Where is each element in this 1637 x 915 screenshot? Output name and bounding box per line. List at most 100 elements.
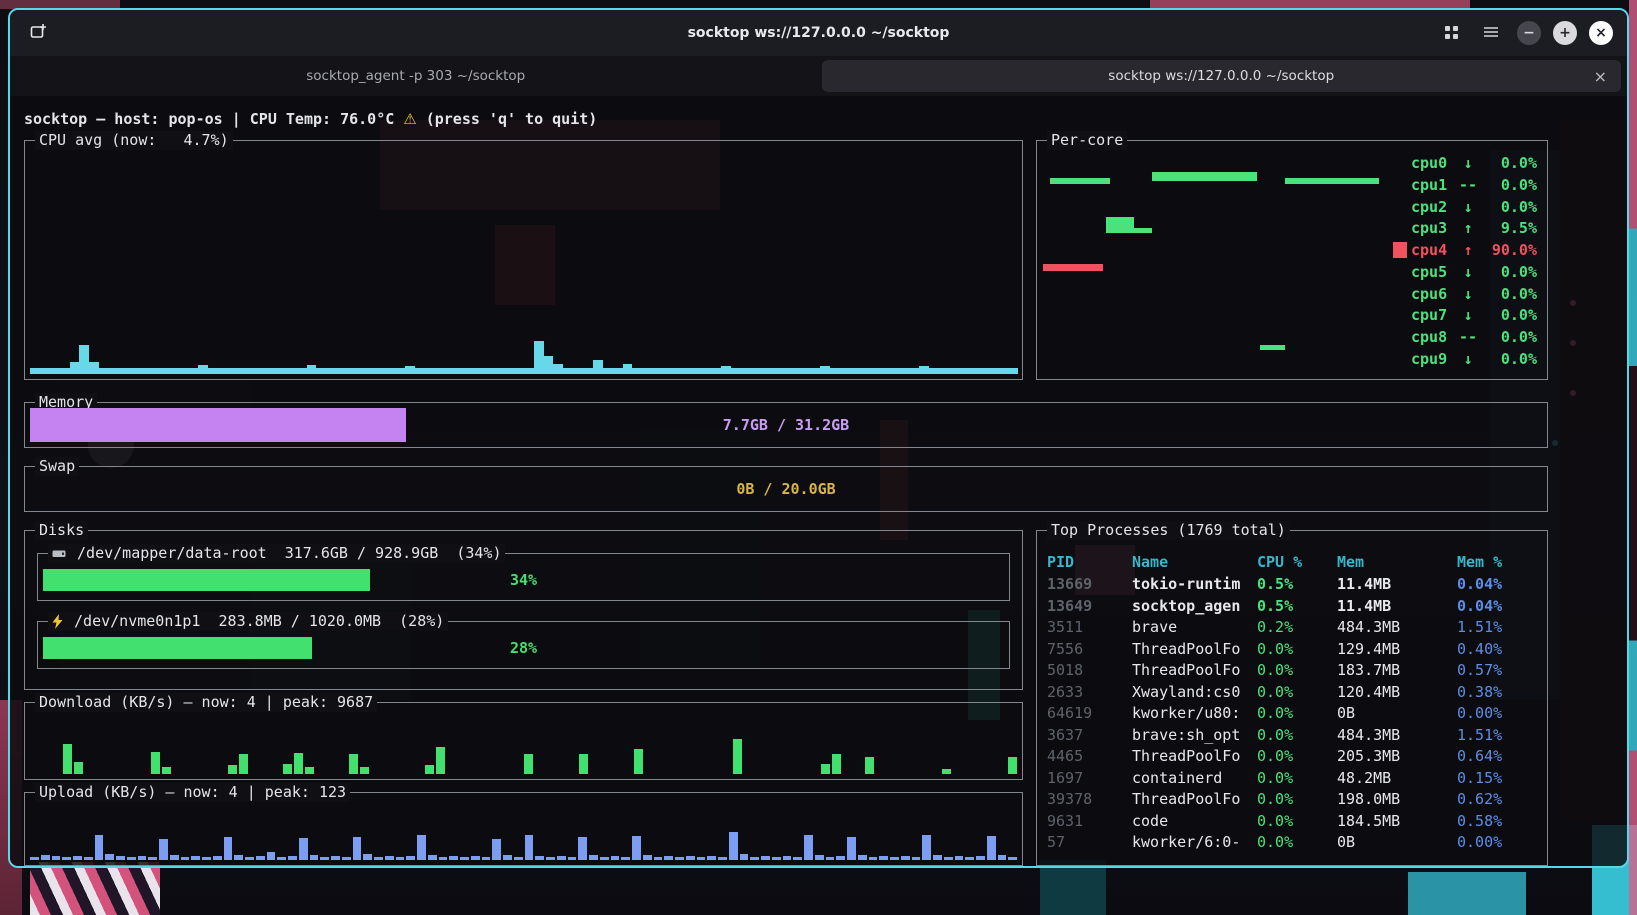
terminal-screen[interactable]: socktop — host: pop-os | CPU Temp: 76.0°… <box>10 96 1627 866</box>
spark-bar <box>965 857 974 860</box>
spark-bar <box>672 368 682 374</box>
process-cell-pid: 5018 <box>1047 661 1132 683</box>
disks-title: Disks <box>35 521 88 540</box>
spark-bar <box>336 368 346 374</box>
spark-bar <box>553 364 563 374</box>
spark-bar <box>436 747 445 775</box>
spark-bar <box>652 368 662 374</box>
core-activity-segment <box>1285 178 1380 184</box>
spark-bar <box>781 368 791 374</box>
core-trend-icon: ↓ <box>1457 306 1479 324</box>
core-usage-swatch <box>1393 264 1407 280</box>
process-column-header[interactable]: Name <box>1132 553 1257 575</box>
spark-bar <box>474 368 484 374</box>
spark-bar <box>514 368 524 374</box>
process-cell-name: brave:sh_opt <box>1132 726 1257 748</box>
minimize-button[interactable]: − <box>1517 21 1541 45</box>
process-cell-pid: 39378 <box>1047 790 1132 812</box>
process-cell-cpu: 0.0% <box>1257 747 1337 769</box>
spark-bar <box>1008 368 1018 374</box>
core-trend-icon: ↓ <box>1457 154 1479 172</box>
process-cell-mem: 205.3MB <box>1337 747 1457 769</box>
spark-bar <box>998 855 1007 860</box>
spark-bar <box>821 764 830 774</box>
core-value: 0.0% <box>1479 176 1537 194</box>
app-header-text: socktop — host: pop-os | CPU Temp: 76.0°… <box>24 110 394 128</box>
process-row: 13669tokio-runtim0.5%11.4MB0.04% <box>1047 575 1537 597</box>
spark-bar <box>634 749 643 774</box>
process-cell-memp: 0.57% <box>1457 661 1537 683</box>
spark-bar <box>613 368 623 374</box>
menu-button[interactable] <box>1477 20 1505 46</box>
process-cell-cpu: 0.5% <box>1257 575 1337 597</box>
spark-bar <box>793 857 802 860</box>
process-column-header[interactable]: Mem <box>1337 553 1457 575</box>
percore-title: Per-core <box>1047 131 1127 150</box>
spark-bar <box>718 857 727 860</box>
spark-bar <box>40 368 50 374</box>
spark-bar <box>326 368 336 374</box>
process-column-header[interactable]: PID <box>1047 553 1132 575</box>
spark-bar <box>909 368 919 374</box>
close-button[interactable]: × <box>1589 21 1613 45</box>
spark-bar <box>305 767 314 775</box>
spark-bar <box>41 855 50 860</box>
core-name: cpu0 <box>1411 154 1457 172</box>
process-cell-cpu: 0.0% <box>1257 726 1337 748</box>
process-cell-cpu: 0.0% <box>1257 812 1337 834</box>
spark-bar <box>820 366 830 374</box>
tab-socktop-agent[interactable]: socktop_agent -p 303 ~/socktop <box>16 60 816 92</box>
spark-bar <box>374 857 383 860</box>
maximize-button[interactable]: + <box>1553 21 1577 45</box>
spark-bar <box>830 368 840 374</box>
spark-bar <box>998 368 1008 374</box>
spark-bar <box>267 368 277 374</box>
spark-bar <box>465 368 475 374</box>
new-tab-button[interactable] <box>24 20 52 46</box>
spark-bar <box>869 857 878 860</box>
process-cell-name: ThreadPoolFo <box>1132 661 1257 683</box>
spark-bar <box>740 854 749 860</box>
grid-icon <box>1445 24 1458 43</box>
app-header-line: socktop — host: pop-os | CPU Temp: 76.0°… <box>24 108 1548 130</box>
spark-bar <box>632 836 641 860</box>
process-cell-name: containerd <box>1132 769 1257 791</box>
process-cell-memp: 0.62% <box>1457 790 1537 812</box>
core-activity-segment <box>1152 172 1257 181</box>
spark-bar <box>850 368 860 374</box>
spark-bar <box>568 857 577 860</box>
process-cell-name: Xwayland:cs0 <box>1132 683 1257 705</box>
spark-bar <box>623 364 633 374</box>
spark-bar <box>228 765 237 774</box>
core-value: 0.0% <box>1479 154 1537 172</box>
process-column-header[interactable]: Mem % <box>1457 553 1537 575</box>
spark-bar <box>772 857 781 860</box>
core-row-cpu9: cpu9↓0.0% <box>1393 349 1537 369</box>
spark-bar <box>435 368 445 374</box>
disk-usage-gauge: 28% <box>43 637 1004 659</box>
process-cell-mem: 48.2MB <box>1337 769 1457 791</box>
process-cell-pid: 3637 <box>1047 726 1132 748</box>
spark-bar <box>815 855 824 860</box>
cpu-avg-panel: CPU avg (now: 4.7%) <box>24 140 1023 380</box>
process-cell-pid: 1697 <box>1047 769 1132 791</box>
spark-bar <box>675 857 684 860</box>
spark-bar <box>611 856 620 860</box>
process-cell-memp: 1.51% <box>1457 618 1537 640</box>
tab-socktop-active[interactable]: socktop ws://127.0.0.0 ~/socktop × <box>822 60 1622 92</box>
spark-bar <box>299 838 308 860</box>
memory-panel: Memory 7.7GB / 31.2GB <box>24 402 1548 448</box>
spark-bar <box>847 837 856 860</box>
spark-bar <box>213 856 222 860</box>
core-row-cpu1: cpu1--0.0% <box>1393 175 1537 195</box>
core-activity-segment <box>1050 178 1110 184</box>
process-cell-cpu: 0.0% <box>1257 769 1337 791</box>
core-value: 0.0% <box>1479 285 1537 303</box>
process-column-header[interactable]: CPU % <box>1257 553 1337 575</box>
spark-bar <box>544 356 554 374</box>
tab-close-icon[interactable]: × <box>1594 67 1607 86</box>
spark-bar <box>288 856 297 860</box>
spark-bar <box>342 857 351 860</box>
tab-overview-button[interactable] <box>1437 20 1465 46</box>
process-row: 4465ThreadPoolFo0.0%205.3MB0.64% <box>1047 747 1537 769</box>
